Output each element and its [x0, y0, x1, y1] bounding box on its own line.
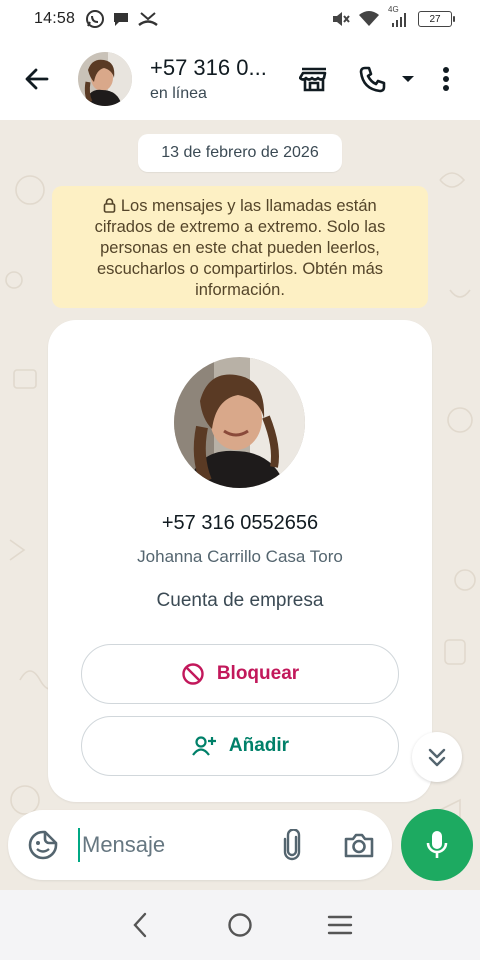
call-dropdown-button[interactable]	[398, 54, 418, 104]
phone-icon	[359, 66, 386, 93]
wifi-icon	[359, 11, 379, 26]
chat-bubble-icon	[114, 13, 129, 26]
signal-icon	[392, 13, 406, 27]
battery-level: 27	[429, 13, 441, 25]
camera-icon	[344, 833, 374, 858]
business-contact-card: +57 316 0552656 Johanna Carrillo Casa To…	[48, 320, 432, 802]
home-circle-icon	[228, 913, 252, 937]
contact-status: en línea	[150, 85, 207, 102]
date-chip: 13 de febrero de 2026	[138, 134, 342, 172]
mute-icon	[333, 12, 350, 26]
missed-call-icon	[138, 12, 158, 26]
card-contact-name: Johanna Carrillo Casa Toro	[137, 547, 343, 566]
back-button[interactable]	[12, 54, 62, 104]
encryption-notice-text: Los mensajes y las llamadas están cifrad…	[94, 197, 386, 299]
microphone-icon	[426, 831, 448, 858]
scroll-to-bottom-button[interactable]	[412, 732, 462, 782]
encryption-notice[interactable]: Los mensajes y las llamadas están cifrad…	[52, 186, 428, 308]
nav-home-button[interactable]	[210, 895, 270, 955]
message-composer	[8, 810, 392, 880]
chat-area[interactable]: 13 de febrero de 2026 Los mensajes y las…	[0, 120, 480, 890]
arrow-back-icon	[25, 68, 49, 90]
chevron-left-icon	[133, 912, 147, 938]
block-icon	[182, 663, 204, 685]
double-chevron-down-icon	[428, 748, 446, 767]
chat-header: +57 316 0... en línea	[0, 38, 480, 120]
store-icon	[299, 67, 327, 92]
dropdown-icon	[402, 76, 414, 82]
card-phone-number: +57 316 0552656	[161, 512, 319, 534]
add-contact-button[interactable]: Añadir	[81, 716, 399, 776]
store-button[interactable]	[288, 54, 340, 104]
sticker-icon	[28, 830, 58, 860]
contact-profile-photo[interactable]	[174, 357, 305, 488]
person-add-icon	[192, 736, 216, 756]
status-bar: 14:58 4G 27	[0, 0, 480, 38]
lock-icon	[103, 198, 116, 213]
nav-recents-button[interactable]	[310, 895, 370, 955]
attach-button[interactable]	[270, 820, 314, 870]
nav-back-button[interactable]	[110, 895, 170, 955]
block-button-label: Bloquear	[216, 663, 300, 684]
whatsapp-icon	[86, 10, 105, 28]
more-options-button[interactable]	[428, 54, 464, 104]
voice-message-button[interactable]	[401, 809, 473, 881]
contact-avatar[interactable]	[78, 52, 132, 106]
system-navigation-bar	[0, 890, 480, 960]
emoji-sticker-button[interactable]	[18, 820, 68, 870]
menu-lines-icon	[327, 915, 353, 935]
status-time: 14:58	[34, 10, 76, 27]
add-button-label: Añadir	[228, 735, 290, 756]
call-button[interactable]	[348, 54, 398, 104]
more-vert-icon	[443, 67, 449, 91]
camera-button[interactable]	[334, 820, 384, 870]
paperclip-icon	[283, 829, 301, 861]
card-account-type: Cuenta de empresa	[156, 590, 324, 611]
block-button[interactable]: Bloquear	[81, 644, 399, 704]
message-input[interactable]	[78, 828, 258, 862]
contact-name: +57 316 0...	[150, 55, 267, 80]
contact-info[interactable]: +57 316 0... en línea	[150, 55, 278, 103]
battery-icon: 27	[418, 11, 455, 27]
